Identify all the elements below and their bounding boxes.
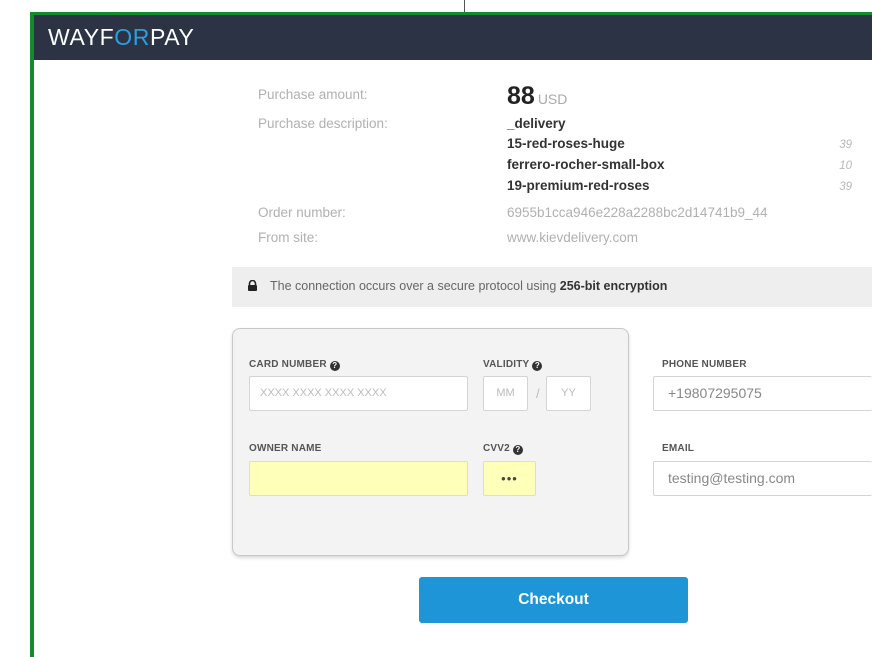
cvv-label: CVV2? [483,443,523,455]
validity-year-input[interactable]: YY [546,376,591,411]
amount-value: 88 [507,82,535,110]
description-item: ferrero-rocher-small-box [507,157,665,172]
logo-text-suffix: PAY [149,24,195,50]
cvv-input[interactable]: ••• [483,461,536,496]
wayforpay-logo[interactable]: WAYFORPAY [48,23,194,51]
header-bar: WAYFORPAY [34,15,872,60]
top-margin [0,0,872,12]
order-number-label: Order number: [258,205,346,220]
security-notice: The connection occurs over a secure prot… [232,267,872,307]
owner-name-label: OWNER NAME [249,443,322,454]
card-number-input[interactable]: XXXX XXXX XXXX XXXX [249,376,468,411]
from-site-value: www.kievdelivery.com [507,230,639,245]
item-quantity: 39 [839,181,852,193]
help-icon[interactable]: ? [512,445,523,455]
email-label: EMAIL [662,443,695,454]
help-icon[interactable]: ? [532,361,543,371]
phone-number-input[interactable]: +19807295075 [653,376,872,411]
validity-month-input[interactable]: MM [483,376,528,411]
security-message: The connection occurs over a secure prot… [270,279,557,293]
validity-label-text: VALIDITY [483,359,530,370]
card-number-label-text: CARD NUMBER [249,359,327,370]
validity-label: VALIDITY? [483,359,543,371]
lock-icon [248,280,257,291]
card-number-label: CARD NUMBER? [249,359,340,371]
encryption-highlight: 256-bit encryption [559,279,668,293]
cvv-label-text: CVV2 [483,443,510,454]
description-item: _delivery [507,116,566,131]
amount-currency: USD [537,91,568,107]
purchase-description-label: Purchase description: [258,116,388,131]
checkout-button[interactable]: Checkout [419,577,688,623]
logo-text-prefix: WAYF [48,24,115,50]
validity-separator: / [536,386,540,401]
order-number-value: 6955b1cca946e228a2288bc2d14741b9_44 [507,205,768,220]
description-item: 15-red-roses-huge [507,136,625,151]
security-text: The connection occurs over a secure prot… [270,279,667,293]
owner-name-input[interactable] [249,461,468,496]
phone-number-label: PHONE NUMBER [662,359,747,370]
item-quantity: 39 [839,139,852,151]
purchase-amount-label: Purchase amount: [258,87,368,102]
logo-text-accent: OR [114,24,150,50]
description-item: 19-premium-red-roses [507,178,650,193]
from-site-label: From site: [258,230,319,245]
email-input[interactable]: testing@testing.com [653,461,872,496]
purchase-amount: 88 USD [507,82,567,111]
item-quantity: 10 [839,160,852,172]
top-divider [464,0,465,12]
help-icon[interactable]: ? [329,361,340,371]
